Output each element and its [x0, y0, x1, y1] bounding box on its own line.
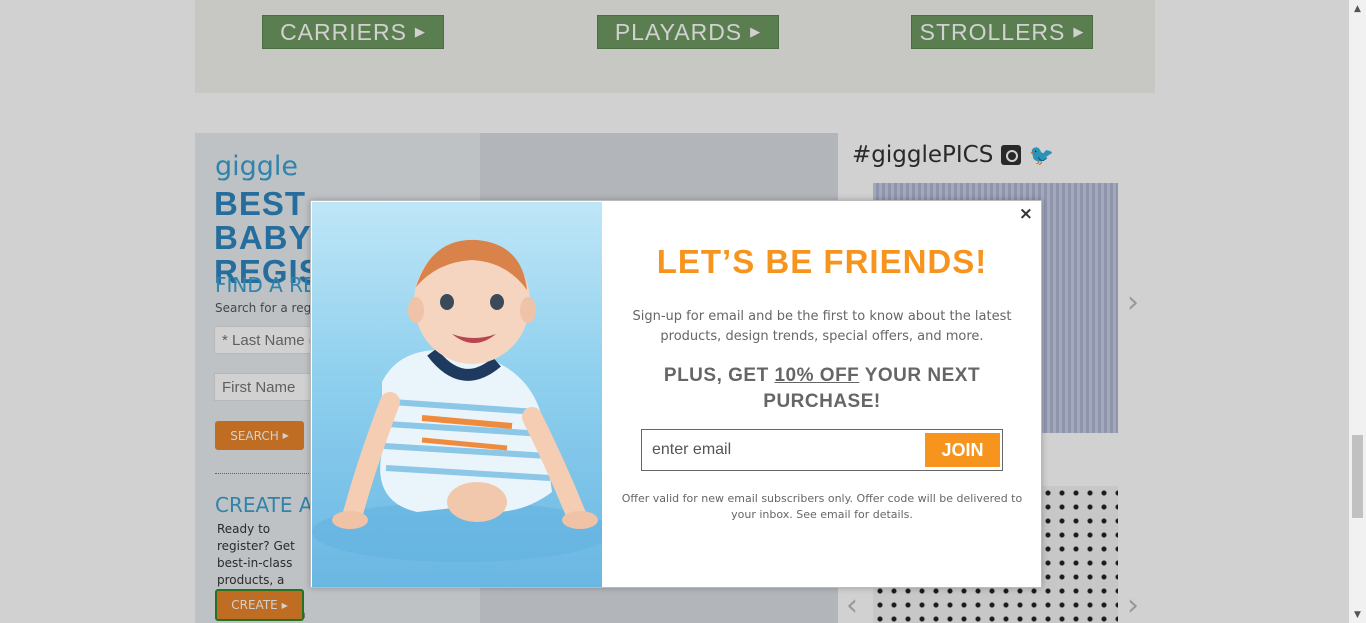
join-button[interactable]: JOIN — [925, 433, 1000, 467]
offer-discount: 10% OFF — [774, 365, 860, 386]
email-signup-modal: × LET’S BE FRIENDS! Sign-up for email an… — [310, 200, 1042, 588]
modal-description: Sign-up for email and be the first to kn… — [632, 309, 1012, 344]
modal-title: LET’S BE FRIENDS! — [656, 243, 988, 280]
baby-illustration — [312, 239, 602, 562]
scrollbar[interactable]: ▲ ▼ — [1349, 0, 1366, 623]
scroll-up-icon[interactable]: ▲ — [1349, 0, 1366, 17]
scroll-thumb[interactable] — [1352, 435, 1363, 518]
baby-photo — [312, 202, 602, 587]
offer-fine-print: Offer valid for new email subscribers on… — [621, 492, 1023, 521]
email-field[interactable] — [643, 431, 923, 469]
offer-prefix: PLUS, GET — [663, 365, 775, 386]
scroll-down-icon[interactable]: ▼ — [1349, 606, 1366, 623]
email-form: JOIN — [641, 429, 1003, 471]
modal-content: LET’S BE FRIENDS! Sign-up for email and … — [602, 201, 1042, 587]
discount-offer: PLUS, GET 10% OFF YOUR NEXT PURCHASE! — [642, 363, 1002, 415]
